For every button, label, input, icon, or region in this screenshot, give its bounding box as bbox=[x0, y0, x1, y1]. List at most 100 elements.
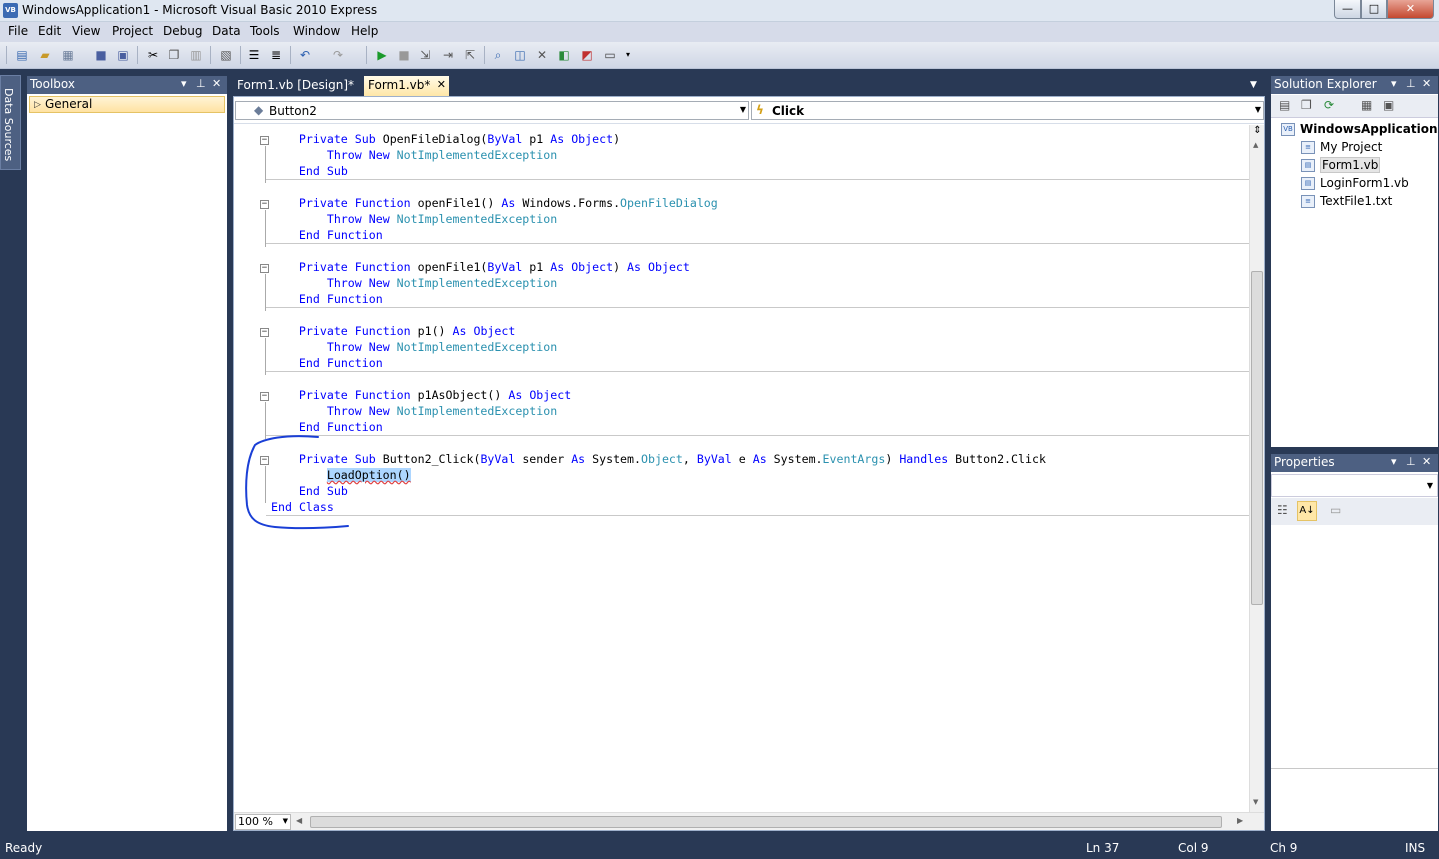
status-insert-mode: INS bbox=[1405, 841, 1426, 855]
stop-icon[interactable]: ■ bbox=[396, 47, 412, 63]
solution-dropdown-icon[interactable]: ▾ bbox=[1391, 77, 1397, 90]
solution-close-icon[interactable]: ✕ bbox=[1422, 77, 1431, 90]
step-over-icon[interactable]: ⇥ bbox=[440, 47, 456, 63]
solution-explorer-title: Solution Explorer bbox=[1274, 77, 1377, 91]
immediate-icon[interactable]: ▭ bbox=[602, 47, 618, 63]
properties-pin-icon[interactable]: ⊥ bbox=[1406, 455, 1416, 468]
toolbox-group-general[interactable]: ▷ General bbox=[29, 96, 225, 113]
undo-icon[interactable]: ↶ bbox=[297, 47, 313, 63]
code-token: openFile1() bbox=[410, 196, 502, 210]
keyword-token: New bbox=[368, 340, 390, 354]
menu-tools[interactable]: Tools bbox=[250, 24, 280, 38]
copy-icon[interactable]: ❐ bbox=[166, 47, 182, 63]
add-item-icon[interactable]: ▦ bbox=[60, 47, 76, 63]
view-code-icon[interactable]: ▦ bbox=[1361, 98, 1372, 112]
collapse-icon[interactable]: − bbox=[260, 200, 269, 209]
menu-project[interactable]: Project bbox=[112, 24, 153, 38]
collapse-icon[interactable]: − bbox=[260, 264, 269, 273]
solution-pin-icon[interactable]: ⊥ bbox=[1406, 77, 1416, 90]
tab-list-dropdown-icon[interactable]: ▼ bbox=[1250, 80, 1257, 90]
step-out-icon[interactable]: ⇱ bbox=[462, 47, 478, 63]
code-token: System. bbox=[585, 452, 641, 466]
toolbox-icon[interactable]: ◩ bbox=[579, 47, 595, 63]
collapse-icon[interactable]: − bbox=[260, 392, 269, 401]
cut-icon[interactable]: ✂ bbox=[145, 47, 161, 63]
redo-icon[interactable]: ↷ bbox=[330, 47, 346, 63]
save-icon[interactable]: ■ bbox=[93, 47, 109, 63]
refresh-icon[interactable]: ⟳ bbox=[1324, 98, 1334, 112]
start-debug-icon[interactable]: ▶ bbox=[374, 47, 390, 63]
menu-edit[interactable]: Edit bbox=[38, 24, 61, 38]
properties-title-bar: Properties ▾ ⊥ ✕ bbox=[1271, 454, 1438, 472]
scroll-up-icon[interactable]: ▲ bbox=[1253, 141, 1258, 149]
solution-tree-item[interactable]: ≡ TextFile1.txt bbox=[1301, 192, 1392, 210]
scroll-left-icon[interactable]: ◀ bbox=[296, 816, 302, 825]
find-in-files-icon[interactable]: ⌕ bbox=[490, 47, 506, 63]
code-text-area[interactable]: − − − − − − Private Sub OpenFileDialog(B… bbox=[234, 125, 1249, 812]
data-sources-label[interactable]: Data Sources bbox=[2, 88, 15, 161]
class-name-value: Button2 bbox=[269, 104, 317, 118]
horizontal-scroll-thumb[interactable] bbox=[310, 816, 1222, 828]
toolbox-pin-icon[interactable]: ⊥ bbox=[196, 77, 206, 90]
object-selector-combo[interactable]: ▼ bbox=[1271, 474, 1438, 497]
menu-window[interactable]: Window bbox=[293, 24, 340, 38]
solution-tree-item[interactable]: ▤ LoginForm1.vb bbox=[1301, 174, 1409, 192]
solution-tree-item[interactable]: ▤ Form1.vb bbox=[1301, 156, 1381, 174]
save-all-icon[interactable]: ▣ bbox=[115, 47, 131, 63]
solution-tree-item[interactable]: VB WindowsApplication1 bbox=[1281, 120, 1439, 138]
minimize-button[interactable]: — bbox=[1334, 0, 1361, 19]
uncomment-icon[interactable]: ≣ bbox=[268, 47, 284, 63]
open-icon[interactable]: ▰ bbox=[37, 47, 53, 63]
solution-explorer-icon[interactable]: ◫ bbox=[512, 47, 528, 63]
new-project-icon[interactable]: ▤ bbox=[14, 47, 30, 63]
alphabetical-icon[interactable]: A↓ bbox=[1297, 501, 1317, 521]
object-browser-icon[interactable]: ◧ bbox=[556, 47, 572, 63]
toolbar-overflow-icon[interactable]: ▾ bbox=[620, 47, 636, 63]
tab-close-icon[interactable]: ✕ bbox=[437, 78, 446, 91]
show-all-files-icon[interactable]: ❐ bbox=[1301, 98, 1312, 112]
code-token: p1() bbox=[410, 324, 453, 338]
text-file-icon: ≡ bbox=[1301, 195, 1315, 208]
properties-icon[interactable]: ✕ bbox=[534, 47, 550, 63]
solution-explorer-panel: Solution Explorer ▾ ⊥ ✕ ▤ ❐ ⟳ ▦ ▣ VB Wind… bbox=[1271, 76, 1439, 447]
comment-icon[interactable]: ☰ bbox=[246, 47, 262, 63]
scroll-right-icon[interactable]: ▶ bbox=[1237, 816, 1243, 825]
menu-view[interactable]: View bbox=[72, 24, 100, 38]
code-token: System. bbox=[766, 452, 823, 466]
properties-dropdown-icon[interactable]: ▾ bbox=[1391, 455, 1397, 468]
collapse-icon[interactable]: − bbox=[260, 328, 269, 337]
view-designer-icon[interactable]: ▣ bbox=[1383, 98, 1394, 112]
toolbox-close-icon[interactable]: ✕ bbox=[212, 77, 221, 90]
vertical-scrollbar[interactable]: ⇕ ▲ ▼ bbox=[1249, 125, 1264, 812]
menu-debug[interactable]: Debug bbox=[163, 24, 202, 38]
properties-close-icon[interactable]: ✕ bbox=[1422, 455, 1431, 468]
vertical-scroll-thumb[interactable] bbox=[1251, 271, 1263, 605]
step-into-icon[interactable]: ⇲ bbox=[417, 47, 433, 63]
menu-data[interactable]: Data bbox=[212, 24, 241, 38]
properties-icon[interactable]: ▤ bbox=[1279, 98, 1290, 112]
class-name-combo[interactable]: ◆ Button2 ▼ bbox=[235, 101, 749, 120]
toolbox-panel: Toolbox ▾ ⊥ ✕ ▷ General bbox=[27, 76, 227, 831]
collapse-icon[interactable]: − bbox=[260, 136, 269, 145]
categorized-icon[interactable]: ☷ bbox=[1277, 503, 1288, 517]
maximize-button[interactable]: □ bbox=[1361, 0, 1387, 19]
close-button[interactable]: ✕ bbox=[1387, 0, 1434, 19]
property-pages-icon[interactable]: ▭ bbox=[1330, 503, 1341, 517]
tab-form1-code[interactable]: Form1.vb* ✕ bbox=[364, 76, 449, 96]
zoom-combo[interactable]: 100 % ▼ bbox=[235, 814, 291, 830]
code-token: p1AsObject() bbox=[410, 388, 509, 402]
toolbox-dropdown-icon[interactable]: ▾ bbox=[181, 77, 187, 90]
split-handle-icon[interactable]: ⇕ bbox=[1251, 125, 1264, 139]
find-icon[interactable]: ▧ bbox=[218, 47, 234, 63]
tab-form1-design[interactable]: Form1.vb [Design]* bbox=[233, 76, 361, 96]
method-name-combo[interactable]: ϟ Click ▼ bbox=[751, 101, 1264, 120]
solution-tree-item[interactable]: ≡ My Project bbox=[1301, 138, 1382, 156]
menu-file[interactable]: File bbox=[8, 24, 28, 38]
paste-icon[interactable]: ▥ bbox=[188, 47, 204, 63]
menu-help[interactable]: Help bbox=[351, 24, 378, 38]
scroll-down-icon[interactable]: ▼ bbox=[1253, 798, 1258, 806]
